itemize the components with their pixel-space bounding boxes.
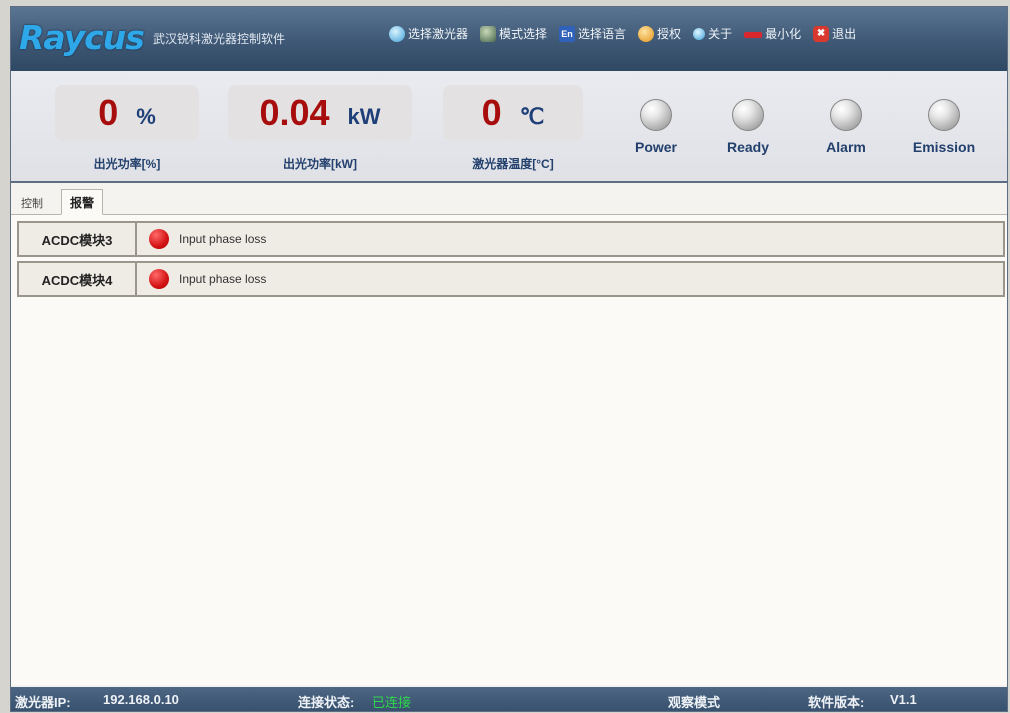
power-indicator: Power — [621, 99, 691, 155]
indicator-label: Alarm — [826, 139, 866, 155]
app-window: Raycus 武汉锐科激光器控制软件 选择激光器 模式选择 En 选择语言 授权… — [10, 6, 1008, 712]
menu-label: 最小化 — [765, 27, 802, 41]
readout-value: 0 — [481, 92, 502, 133]
alarm-message: Input phase loss — [179, 272, 267, 286]
menu-exit[interactable]: ✖ 退出 — [813, 25, 856, 42]
readout-label: 激光器温度[°C] — [472, 157, 554, 171]
app-title: 武汉锐科激光器控制软件 — [153, 32, 286, 46]
alarm-row: ACDC模块4 Input phase loss — [17, 261, 1005, 297]
readout-value: 0.04 — [259, 92, 330, 133]
menu-label: 选择语言 — [578, 27, 627, 41]
indicator-label: Ready — [726, 139, 770, 155]
indicator-lamp-icon — [928, 99, 960, 131]
status-panel: 0 % 出光功率[%] 0.04 kW 出光功率[kW] 0 ℃ 激光器温度[°… — [11, 71, 1007, 183]
version-value: V1.1 — [890, 692, 917, 707]
power-kw-readout: 0.04 kW 出光功率[kW] — [228, 85, 412, 172]
mode-status: 观察模式 — [668, 695, 721, 710]
alarm-status-icon — [149, 269, 169, 289]
laser-select-icon — [389, 25, 405, 42]
menu-mode-select[interactable]: 模式选择 — [480, 25, 547, 42]
menu-select-laser[interactable]: 选择激光器 — [389, 25, 468, 42]
raycus-logo: Raycus — [19, 18, 145, 57]
authorize-icon — [638, 25, 655, 42]
language-icon: En — [559, 25, 576, 42]
emission-indicator: Emission — [904, 99, 984, 155]
alarm-module: ACDC模块4 — [19, 263, 137, 295]
connection-status: 已连接 — [372, 695, 412, 710]
title-bar: Raycus 武汉锐科激光器控制软件 选择激光器 模式选择 En 选择语言 授权… — [11, 7, 1007, 71]
tab-alarm[interactable]: 报警 — [61, 189, 104, 215]
alarm-row: ACDC模块3 Input phase loss — [17, 221, 1005, 257]
minimize-icon — [744, 31, 763, 38]
exit-icon: ✖ — [813, 25, 830, 42]
menu-minimize[interactable]: 最小化 — [744, 25, 801, 42]
menu-select-language[interactable]: En 选择语言 — [559, 25, 626, 42]
menu-about[interactable]: 关于 — [693, 25, 732, 42]
alarm-status-icon — [149, 229, 169, 249]
version-label: 软件版本: — [808, 695, 865, 710]
menu-label: 模式选择 — [499, 27, 548, 41]
readout-box: 0 % — [55, 85, 199, 141]
readout-label: 出光功率[%] — [93, 157, 161, 171]
indicator-lamp-icon — [830, 99, 862, 131]
ready-indicator: Ready — [713, 99, 783, 155]
alarm-indicator: Alarm — [811, 99, 881, 155]
indicator-label: Power — [634, 139, 677, 155]
mode-select-icon — [480, 25, 497, 42]
power-percent-readout: 0 % 出光功率[%] — [55, 85, 199, 172]
alarm-body: Input phase loss — [137, 263, 1003, 295]
readout-label: 出光功率[kW] — [283, 157, 357, 171]
connection-label: 连接状态: — [298, 695, 355, 710]
readout-value: 0 — [98, 92, 119, 133]
menu-authorize[interactable]: 授权 — [638, 25, 681, 42]
readout-unit: % — [136, 104, 156, 129]
readout-unit: ℃ — [519, 104, 545, 129]
indicator-lamp-icon — [640, 99, 672, 131]
top-menu: 选择激光器 模式选择 En 选择语言 授权 关于 最小化 ✖ 退出 — [389, 25, 856, 42]
menu-label: 退出 — [832, 27, 857, 41]
readout-unit: kW — [347, 104, 381, 129]
alarm-list: ACDC模块3 Input phase loss ACDC模块4 Input p… — [11, 215, 1007, 685]
menu-label: 关于 — [708, 27, 733, 41]
readout-box: 0.04 kW — [228, 85, 412, 141]
readout-box: 0 ℃ — [443, 85, 583, 141]
ip-label: 激光器IP: — [15, 695, 71, 710]
tab-bar: 控制 报警 — [11, 185, 1007, 215]
temperature-readout: 0 ℃ 激光器温度[°C] — [443, 85, 583, 172]
indicator-label: Emission — [912, 139, 976, 155]
alarm-message: Input phase loss — [179, 232, 267, 246]
menu-label: 授权 — [657, 27, 682, 41]
menu-label: 选择激光器 — [408, 27, 469, 41]
tab-control[interactable]: 控制 — [21, 195, 43, 211]
ip-value: 192.168.0.10 — [103, 692, 179, 707]
status-bar: 激光器IP: 192.168.0.10 连接状态: 已连接 观察模式 软件版本:… — [11, 687, 1007, 711]
alarm-body: Input phase loss — [137, 223, 1003, 255]
about-icon — [693, 27, 706, 40]
indicator-lamp-icon — [732, 99, 764, 131]
alarm-module: ACDC模块3 — [19, 223, 137, 255]
